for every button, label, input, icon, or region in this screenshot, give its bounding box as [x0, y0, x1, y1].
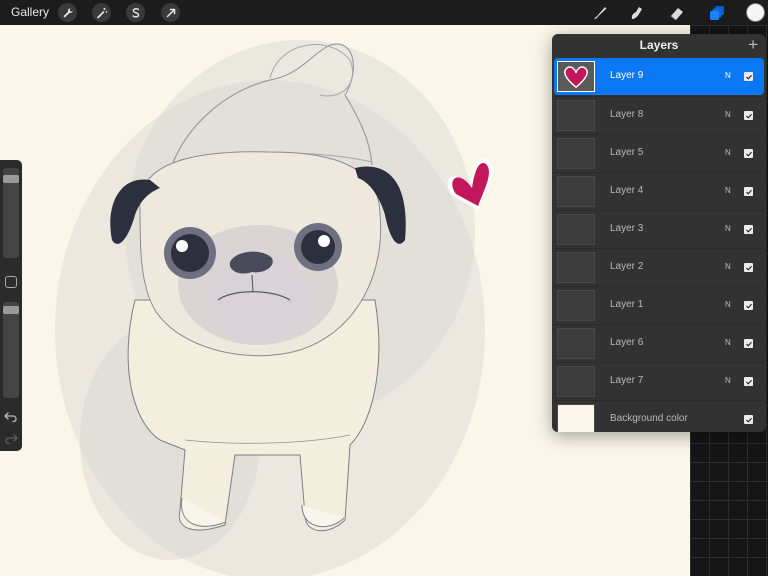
visibility-checkbox[interactable] [744, 263, 753, 272]
color-picker-button[interactable] [746, 3, 765, 22]
magic-wand-icon[interactable] [92, 3, 111, 22]
layer-thumbnail [557, 214, 595, 245]
layer-name: Layer 4 [610, 185, 644, 196]
layers-panel: Layers + Layer 9 N Layer 8 N Layer 5 N L… [552, 34, 766, 432]
heart-thumbnail-icon [564, 66, 588, 89]
blend-mode[interactable]: N [725, 376, 731, 385]
layer-row[interactable]: Layer 6 N [554, 324, 764, 361]
layer-row[interactable]: Layer 2 N [554, 248, 764, 285]
visibility-checkbox[interactable] [744, 225, 753, 234]
blend-mode[interactable]: N [725, 300, 731, 309]
undo-icon[interactable] [3, 408, 19, 424]
opacity-slider[interactable] [3, 302, 19, 398]
layer-row[interactable]: Layer 1 N [554, 286, 764, 323]
layers-title: Layers [639, 38, 679, 52]
layer-name: Layer 3 [610, 223, 644, 234]
selection-icon[interactable] [126, 3, 145, 22]
layer-thumbnail [557, 328, 595, 359]
blend-mode[interactable]: N [725, 186, 731, 195]
wrench-icon[interactable] [58, 3, 77, 22]
blend-mode[interactable]: N [725, 148, 731, 157]
layer-thumbnail [557, 100, 595, 131]
layer-row[interactable]: Layer 7 N [554, 362, 764, 399]
add-layer-button[interactable]: + [748, 36, 758, 53]
layer-row[interactable]: Layer 4 N [554, 172, 764, 209]
blend-mode[interactable]: N [725, 71, 731, 80]
transform-arrow-icon[interactable] [161, 3, 180, 22]
visibility-checkbox[interactable] [744, 72, 753, 81]
layer-row[interactable]: Layer 8 N [554, 96, 764, 133]
layer-name: Layer 2 [610, 261, 644, 272]
layer-row[interactable]: Layer 3 N [554, 210, 764, 247]
smudge-icon[interactable] [625, 2, 646, 23]
background-layer-row[interactable]: Background color [554, 400, 764, 432]
visibility-checkbox[interactable] [744, 149, 753, 158]
visibility-checkbox[interactable] [744, 111, 753, 120]
layer-thumbnail [557, 176, 595, 207]
brush-size-slider[interactable] [3, 168, 19, 258]
brush-icon[interactable] [589, 2, 610, 23]
top-toolbar: Gallery [0, 0, 768, 25]
layer-name: Layer 6 [610, 337, 644, 348]
gallery-button[interactable]: Gallery [11, 5, 49, 19]
layer-name: Layer 7 [610, 375, 644, 386]
layer-thumbnail [557, 366, 595, 397]
layer-name: Layer 1 [610, 299, 644, 310]
layer-row[interactable]: Layer 9 N [554, 58, 764, 95]
blend-mode[interactable]: N [725, 262, 731, 271]
procreate-app: Gallery Layers + Layer 9 N Layer 8 N Lay… [0, 0, 768, 576]
blend-mode[interactable]: N [725, 110, 731, 119]
blend-mode[interactable]: N [725, 224, 731, 233]
visibility-checkbox[interactable] [744, 301, 753, 310]
layer-thumbnail [557, 61, 595, 92]
layer-thumbnail [557, 252, 595, 283]
layer-name: Layer 9 [610, 70, 644, 81]
modify-button[interactable] [5, 276, 17, 288]
redo-icon[interactable] [3, 430, 19, 446]
visibility-checkbox[interactable] [744, 377, 753, 386]
background-layer-name: Background color [610, 413, 688, 424]
left-sidebar [0, 160, 22, 451]
visibility-checkbox[interactable] [744, 339, 753, 348]
blend-mode[interactable]: N [725, 338, 731, 347]
layer-row[interactable]: Layer 5 N [554, 134, 764, 171]
brush-size-thumb[interactable] [3, 175, 19, 183]
layer-name: Layer 8 [610, 109, 644, 120]
eraser-icon[interactable] [666, 2, 687, 23]
layer-thumbnail [557, 290, 595, 321]
layer-thumbnail [557, 138, 595, 169]
visibility-checkbox[interactable] [744, 415, 753, 424]
opacity-thumb[interactable] [3, 306, 19, 314]
visibility-checkbox[interactable] [744, 187, 753, 196]
background-thumbnail [557, 404, 595, 432]
layers-icon[interactable] [706, 2, 727, 23]
layer-name: Layer 5 [610, 147, 644, 158]
